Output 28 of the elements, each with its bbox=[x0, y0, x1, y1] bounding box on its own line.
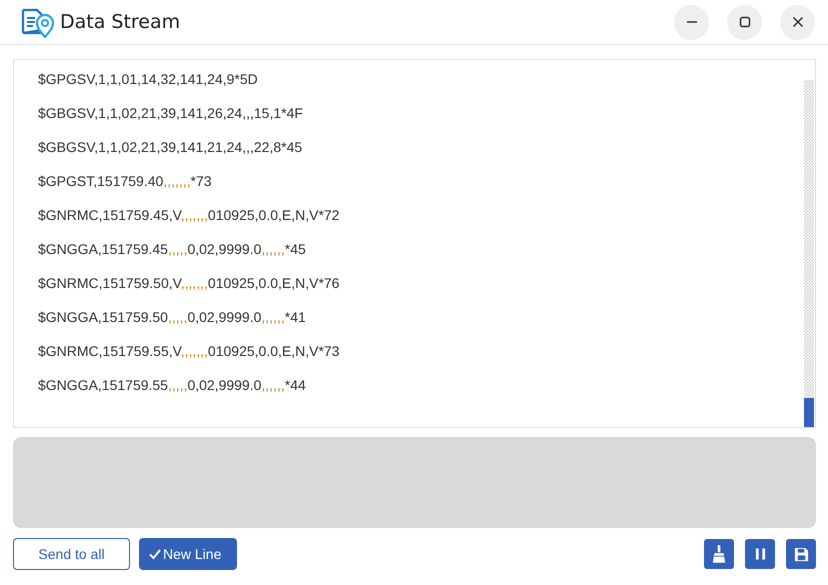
maximize-button[interactable] bbox=[727, 4, 762, 40]
log-line: $GPGST,151759.40,,,,,,,*73 bbox=[38, 172, 213, 191]
maximize-icon bbox=[738, 16, 750, 28]
save-icon bbox=[794, 546, 808, 562]
log-line: $GNRMC,151759.55,V,,,,,,,010925,0.0,E,N,V*73 bbox=[38, 342, 340, 361]
document-pin-icon bbox=[20, 6, 56, 38]
scrollbar[interactable] bbox=[804, 80, 814, 427]
log-line: $GNGGA,151759.55,,,,,0,02,9999.0,,,,,,*44 bbox=[38, 376, 307, 395]
window-title: Data Stream bbox=[60, 11, 180, 33]
save-button[interactable] bbox=[786, 539, 816, 569]
log-line: $GBGSV,1,1,02,21,39,141,26,24,,,15,1*4F bbox=[38, 104, 304, 123]
log-line: $GNRMC,151759.50,V,,,,,,,010925,0.0,E,N,V*76 bbox=[38, 274, 340, 293]
pause-icon bbox=[754, 547, 766, 561]
log-line: $GNGGA,151759.50,,,,,0,02,9999.0,,,,,,*41 bbox=[38, 308, 307, 327]
log-line: $GNRMC,151759.45,V,,,,,,,010925,0.0,E,N,V*72 bbox=[38, 206, 340, 225]
close-button[interactable] bbox=[780, 4, 815, 40]
close-icon bbox=[792, 16, 804, 28]
log-line: $GBGSV,1,1,02,21,39,141,21,24,,,22,8*45 bbox=[38, 138, 304, 157]
pause-button[interactable] bbox=[745, 539, 775, 569]
new-line-button[interactable]: New Line bbox=[139, 538, 238, 570]
broom-icon bbox=[712, 545, 726, 563]
log-line: $GNGGA,151759.45,,,,,0,02,9999.0,,,,,,*45 bbox=[38, 240, 307, 259]
checkmark-icon bbox=[149, 548, 161, 560]
log-line: $GPGSV,1,1,01,14,32,141,24,9*5D bbox=[38, 70, 259, 89]
input-field[interactable] bbox=[13, 437, 816, 528]
send-to-all-button[interactable]: Send to all bbox=[13, 538, 130, 570]
scrollbar-thumb[interactable] bbox=[804, 398, 814, 427]
broom-button[interactable] bbox=[704, 539, 734, 569]
